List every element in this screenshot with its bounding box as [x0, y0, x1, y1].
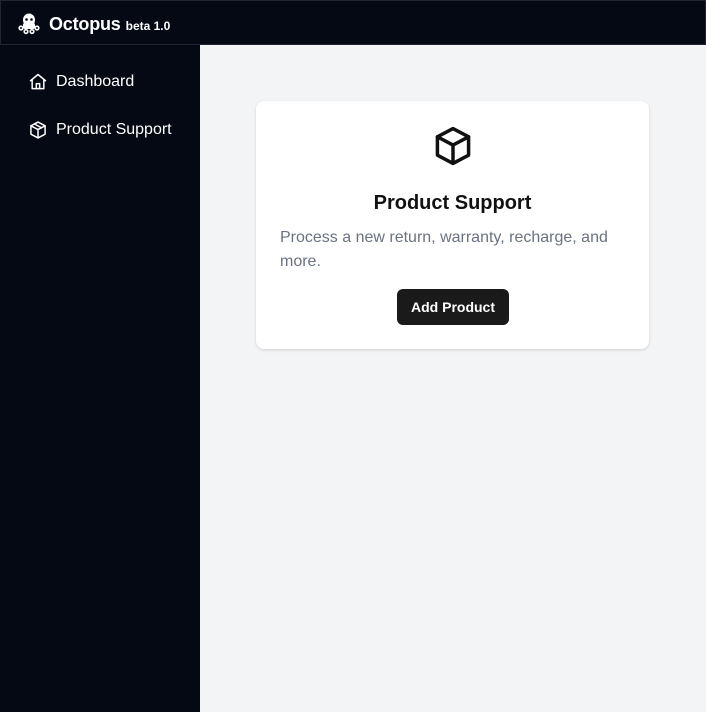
main-content: Product Support Process a new return, wa… [200, 45, 706, 712]
add-product-button[interactable]: Add Product [397, 289, 509, 325]
card-title: Product Support [373, 192, 532, 214]
product-support-card: Product Support Process a new return, wa… [256, 101, 649, 349]
sidebar-item-dashboard[interactable]: Dashboard [28, 70, 134, 94]
sidebar-item-product-support[interactable]: Product Support [28, 118, 172, 142]
brand[interactable]: Octopus beta 1.0 [17, 12, 170, 36]
box-icon [30, 121, 46, 139]
sidebar-item-label: Dashboard [56, 73, 135, 90]
sidebar: Dashboard Product Support [0, 45, 200, 712]
app-version: beta 1.0 [125, 18, 171, 33]
app-name: Octopus [49, 13, 121, 34]
box-icon [435, 126, 471, 166]
octopus-icon [18, 13, 40, 35]
sidebar-item-label: Product Support [56, 121, 172, 138]
app-window: Octopus beta 1.0 Dashboard Product Suppo… [0, 0, 706, 712]
card-description: Process a new return, warranty, recharge… [280, 229, 608, 270]
home-icon [29, 73, 47, 90]
top-bar: Octopus beta 1.0 [0, 0, 706, 45]
